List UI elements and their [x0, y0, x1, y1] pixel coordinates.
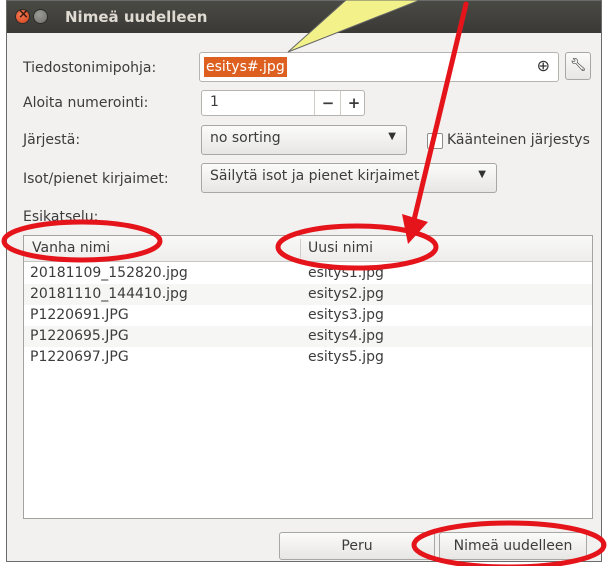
- reverse-order-label[interactable]: Käänteinen järjestys: [447, 132, 590, 148]
- old-name-cell: P1220697.JPG: [30, 349, 129, 365]
- template-edit-button[interactable]: 🔧︎: [565, 52, 591, 80]
- numbering-label: Aloita numerointi:: [23, 95, 149, 111]
- rename-dialog: Nimeä uudelleen Tiedostonimipohja: esity…: [6, 0, 602, 562]
- reverse-order-checkbox[interactable]: [427, 133, 443, 149]
- close-icon[interactable]: [16, 7, 29, 23]
- window-title: Nimeä uudelleen: [65, 8, 208, 26]
- table-row[interactable]: P1220697.JPG esitys5.jpg: [24, 347, 592, 368]
- chevron-down-icon: ▼: [388, 131, 396, 142]
- numbering-value: 1: [210, 94, 219, 110]
- preview-label: Esikatselu:: [23, 209, 99, 225]
- table-row[interactable]: P1220695.JPG esitys4.jpg: [24, 326, 592, 347]
- column-header-new-name[interactable]: Uusi nimi: [308, 240, 373, 256]
- old-name-cell: 20181110_144410.jpg: [30, 286, 188, 302]
- list-header: Vanha nimi Uusi nimi: [24, 236, 592, 262]
- case-label: Isot/pienet kirjaimet:: [23, 171, 169, 187]
- preview-list[interactable]: Vanha nimi Uusi nimi 20181109_152820.jpg…: [23, 235, 593, 519]
- old-name-cell: P1220695.JPG: [30, 328, 129, 344]
- increment-button[interactable]: +: [340, 91, 367, 115]
- old-name-cell: 20181109_152820.jpg: [30, 265, 188, 281]
- template-input[interactable]: esitys#.jpg ⊕: [199, 52, 559, 82]
- wrench-icon: 🔧︎: [569, 58, 587, 73]
- rename-button[interactable]: Nimeä uudelleen: [439, 532, 587, 560]
- new-name-cell: esitys1.jpg: [308, 265, 384, 281]
- new-name-cell: esitys5.jpg: [308, 349, 384, 365]
- table-row[interactable]: 20181110_144410.jpg esitys2.jpg: [24, 284, 592, 305]
- template-value: esitys#.jpg: [204, 57, 287, 77]
- new-name-cell: esitys4.jpg: [308, 328, 384, 344]
- chevron-down-icon: ▼: [478, 169, 486, 180]
- column-divider: [300, 239, 301, 258]
- new-name-cell: esitys2.jpg: [308, 286, 384, 302]
- globe-icon[interactable]: ⊕: [537, 56, 550, 75]
- numbering-stepper[interactable]: 1 − +: [201, 90, 365, 116]
- title-bar: Nimeä uudelleen: [7, 1, 601, 33]
- column-header-old-name[interactable]: Vanha nimi: [32, 240, 110, 256]
- new-name-cell: esitys3.jpg: [308, 307, 384, 323]
- minimize-icon[interactable]: [34, 10, 47, 23]
- template-label: Tiedostonimipohja:: [23, 60, 157, 76]
- sort-dropdown[interactable]: no sorting ▼: [201, 125, 407, 155]
- sort-label: Järjestä:: [23, 132, 81, 148]
- table-row[interactable]: 20181109_152820.jpg esitys1.jpg: [24, 263, 592, 284]
- decrement-button[interactable]: −: [314, 91, 341, 115]
- old-name-cell: P1220691.JPG: [30, 307, 129, 323]
- table-row[interactable]: P1220691.JPG esitys3.jpg: [24, 305, 592, 326]
- cancel-button[interactable]: Peru: [279, 532, 435, 560]
- case-value: Säilytä isot ja pienet kirjaimet: [210, 168, 420, 184]
- case-dropdown[interactable]: Säilytä isot ja pienet kirjaimet ▼: [201, 163, 497, 193]
- sort-value: no sorting: [210, 130, 281, 146]
